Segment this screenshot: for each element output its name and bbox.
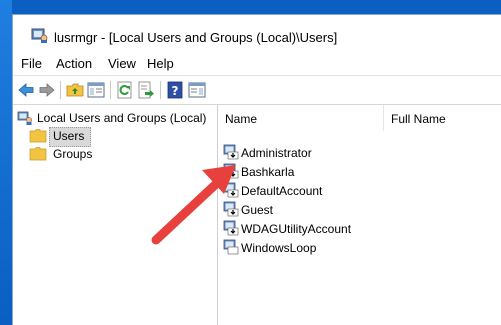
show-hide-action-pane-icon[interactable]: [188, 81, 206, 99]
show-hide-tree-icon[interactable]: [87, 81, 105, 99]
users-app-icon: [31, 28, 48, 43]
window-title: lusrmgr - [Local Users and Groups (Local…: [54, 30, 338, 45]
lusrmgr-window: lusrmgr - [Local Users and Groups (Local…: [12, 14, 501, 325]
user-name: DefaultAccount: [241, 184, 323, 198]
title-bar[interactable]: lusrmgr - [Local Users and Groups (Local…: [13, 15, 501, 53]
help-icon[interactable]: ?: [166, 81, 184, 99]
user-icon: [223, 239, 239, 255]
user-name: WindowsLoop: [241, 241, 317, 255]
column-header-full-name[interactable]: Full Name: [385, 105, 501, 131]
menu-bar: File Action View Help: [13, 53, 501, 73]
svg-text:?: ?: [172, 84, 179, 98]
user-icon: [223, 182, 239, 198]
user-icon: [223, 201, 239, 217]
user-name: Guest: [241, 203, 274, 217]
folder-icon: [29, 129, 47, 143]
user-icon: [223, 220, 239, 236]
users-and-groups-icon: [17, 111, 32, 125]
menu-help[interactable]: Help: [147, 56, 174, 71]
export-list-icon[interactable]: [137, 81, 155, 99]
desktop-background: [0, 0, 12, 324]
up-folder-icon[interactable]: [66, 81, 84, 99]
user-icon: [223, 163, 239, 179]
toolbar-separator: [110, 81, 111, 99]
tree-item-users[interactable]: Users: [29, 127, 91, 147]
column-header-name[interactable]: Name: [219, 105, 384, 131]
menu-view[interactable]: View: [108, 56, 136, 71]
refresh-icon[interactable]: [116, 81, 134, 99]
tree-item-label: Users: [53, 129, 85, 143]
folder-icon: [29, 147, 47, 161]
users-list: Name Full Name Administrator Bashkarla D…: [219, 105, 501, 325]
toolbar-separator: [160, 81, 161, 99]
tree-item-label: Groups: [53, 147, 93, 161]
toolbar: ?: [13, 75, 501, 105]
menu-file[interactable]: File: [21, 56, 42, 71]
user-icon: [223, 144, 239, 160]
user-name: Administrator: [241, 146, 312, 160]
back-icon[interactable]: [17, 81, 35, 99]
console-tree: Local Users and Groups (Local) Users Gro…: [13, 105, 218, 325]
user-name: WDAGUtilityAccount: [241, 222, 352, 236]
tree-root-label: Local Users and Groups (Local): [37, 111, 207, 125]
menu-action[interactable]: Action: [56, 56, 92, 71]
user-name: Bashkarla: [241, 165, 295, 179]
toolbar-separator: [60, 81, 61, 99]
forward-icon[interactable]: [38, 81, 56, 99]
